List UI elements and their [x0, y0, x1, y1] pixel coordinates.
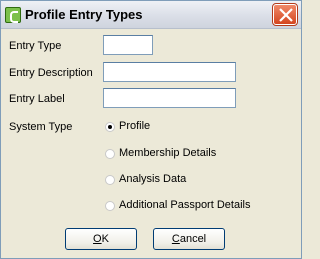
- ok-button-label: K: [101, 233, 109, 245]
- cancel-button-label: ancel: [179, 233, 207, 245]
- radio-label: Profile: [119, 120, 151, 132]
- title-bar[interactable]: Profile Entry Types: [1, 1, 301, 29]
- app-icon: [5, 7, 21, 23]
- entry-description-label: Entry Description: [9, 67, 93, 79]
- radio-button[interactable]: [105, 149, 115, 159]
- cancel-button-mnemonic: C: [171, 233, 180, 245]
- ok-button[interactable]: OK: [65, 228, 137, 250]
- entry-type-label: Entry Type: [9, 40, 62, 52]
- close-button[interactable]: [272, 3, 298, 26]
- ok-button-mnemonic: O: [93, 233, 102, 245]
- system-type-label: System Type: [9, 121, 73, 133]
- radio-label: Additional Passport Details: [119, 199, 251, 211]
- entry-label-field[interactable]: [103, 88, 236, 108]
- entry-label-label: Entry Label: [9, 93, 65, 105]
- radio-label: Analysis Data: [119, 173, 187, 185]
- radio-label: Membership Details: [119, 147, 217, 159]
- close-icon: [279, 8, 293, 22]
- radio-button[interactable]: [105, 201, 115, 211]
- window-title: Profile Entry Types: [25, 7, 143, 22]
- entry-description-field[interactable]: [103, 62, 236, 82]
- entry-type-field[interactable]: [103, 35, 153, 55]
- radio-button[interactable]: [105, 122, 115, 132]
- radio-button[interactable]: [105, 175, 115, 185]
- cancel-button[interactable]: Cancel: [153, 228, 225, 250]
- profile-entry-types-dialog: Profile Entry Types Entry Type Entry Des…: [0, 0, 302, 259]
